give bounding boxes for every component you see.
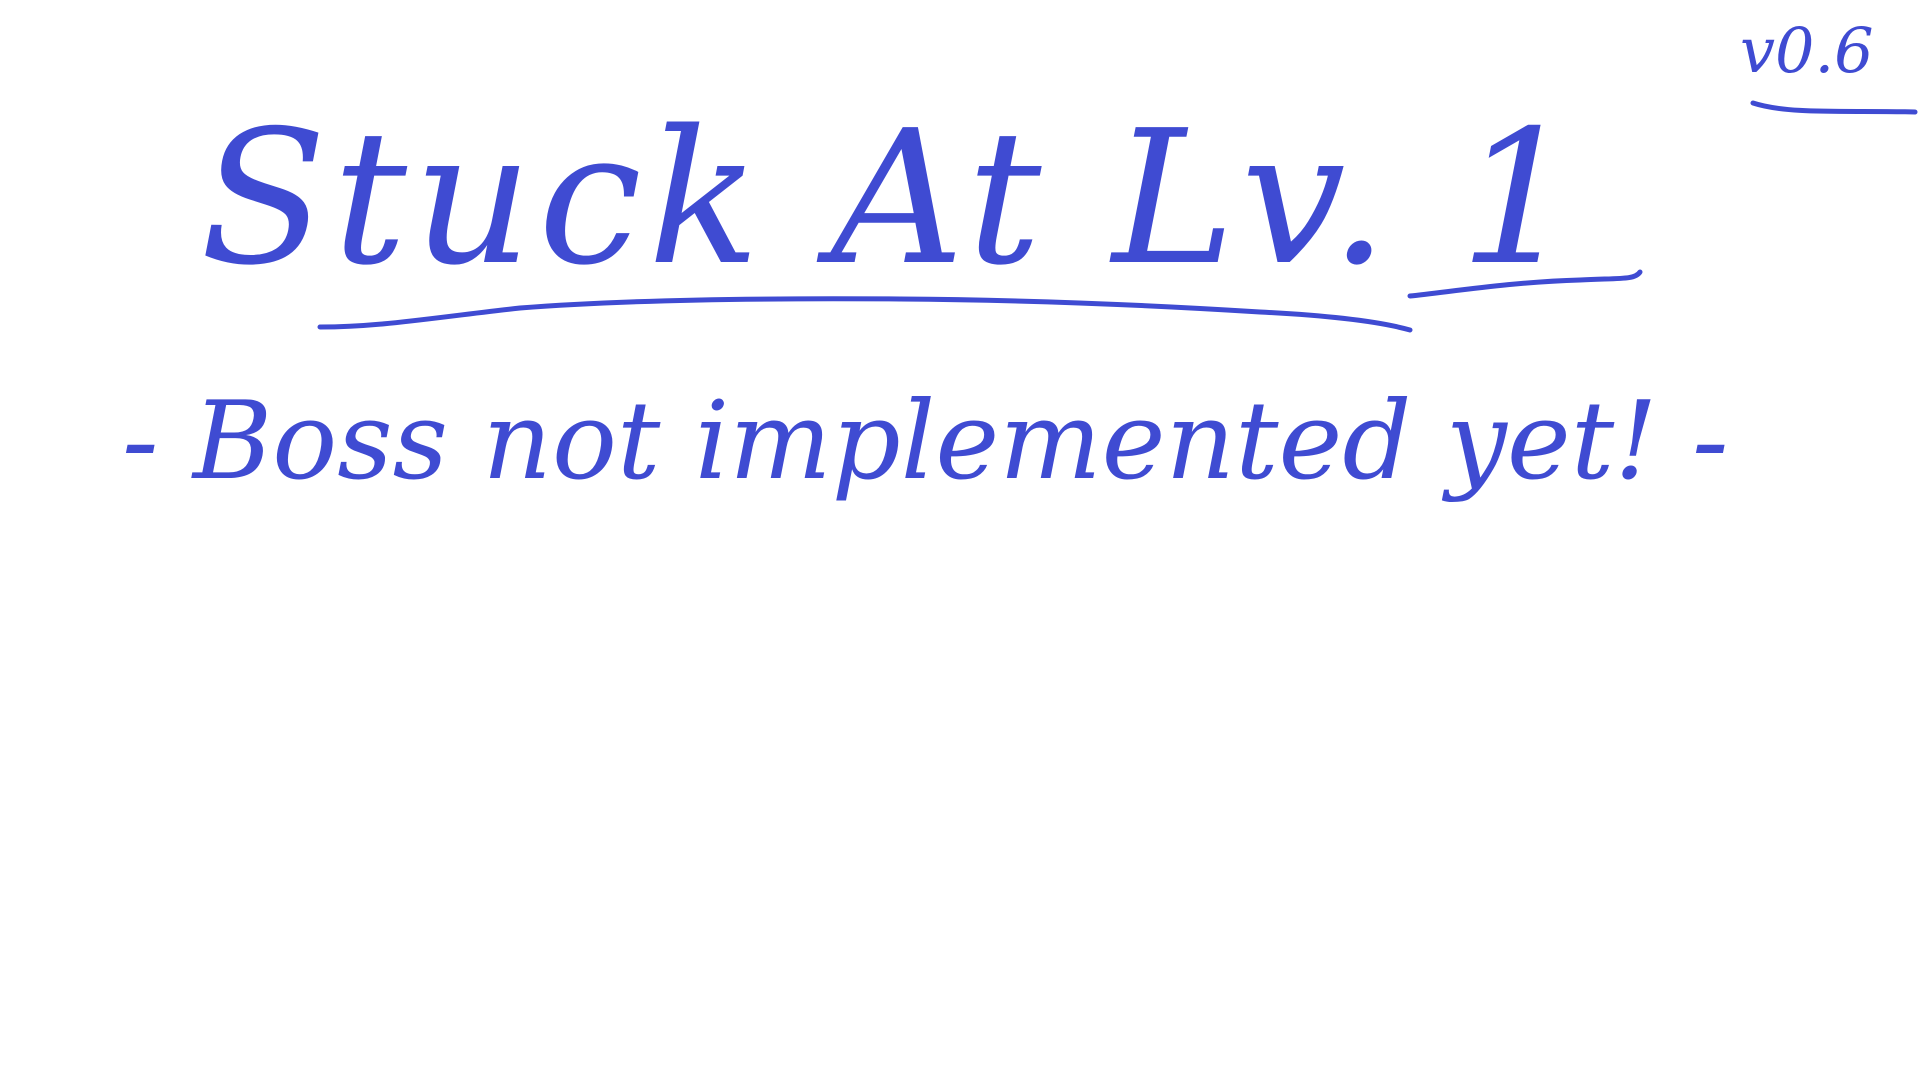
status-message: - Boss not implemented yet! -: [122, 379, 1728, 504]
version-label: v0.6: [1740, 14, 1874, 87]
version-underline: [1750, 100, 1918, 115]
handwritten-sketch: Stuck At Lv. 1 v0.6 - Boss not implement…: [122, 14, 1918, 504]
title-text: Stuck At Lv. 1: [200, 90, 1583, 306]
game-screen: Stuck At Lv. 1 v0.6 - Boss not implement…: [0, 0, 1920, 1080]
